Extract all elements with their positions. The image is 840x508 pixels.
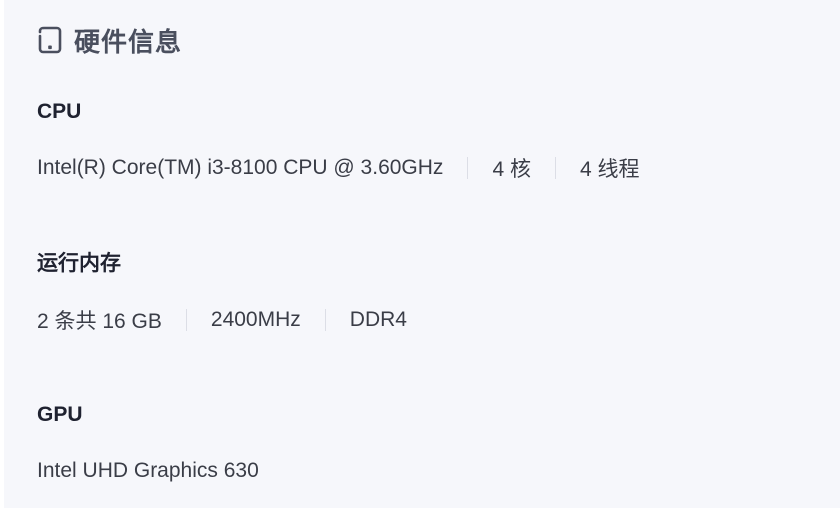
memory-section: 运行内存 2 条共 16 GB 2400MHz DDR4	[37, 249, 407, 335]
memory-label: 运行内存	[37, 252, 121, 275]
cpu-model: Intel(R) Core(TM) i3-8100 CPU @ 3.60GHz	[37, 156, 444, 179]
memory-type: DDR4	[349, 308, 407, 331]
panel-header: 硬件信息	[38, 22, 182, 58]
gpu-values: Intel UHD Graphics 630	[37, 456, 259, 486]
memory-values: 2 条共 16 GB 2400MHz DDR4	[37, 305, 407, 335]
separator	[554, 157, 556, 179]
cpu-section: CPU Intel(R) Core(TM) i3-8100 CPU @ 3.60…	[37, 97, 639, 183]
separator	[185, 309, 187, 331]
hardware-info-panel: 硬件信息 CPU Intel(R) Core(TM) i3-8100 CPU @…	[4, 0, 840, 508]
gpu-model: Intel UHD Graphics 630	[37, 459, 259, 482]
cpu-threads: 4 线程	[579, 158, 640, 181]
page-title: 硬件信息	[74, 26, 183, 57]
separator	[324, 309, 326, 331]
memory-modules: 2 条共 16 GB	[37, 310, 162, 333]
gpu-section: GPU Intel UHD Graphics 630	[37, 400, 259, 486]
memory-speed: 2400MHz	[210, 308, 301, 331]
cpu-values: Intel(R) Core(TM) i3-8100 CPU @ 3.60GHz …	[37, 153, 639, 183]
cpu-cores: 4 核	[492, 158, 531, 181]
separator	[467, 157, 469, 179]
tablet-icon	[38, 24, 64, 56]
cpu-label: CPU	[37, 100, 82, 123]
gpu-label: GPU	[37, 403, 83, 426]
